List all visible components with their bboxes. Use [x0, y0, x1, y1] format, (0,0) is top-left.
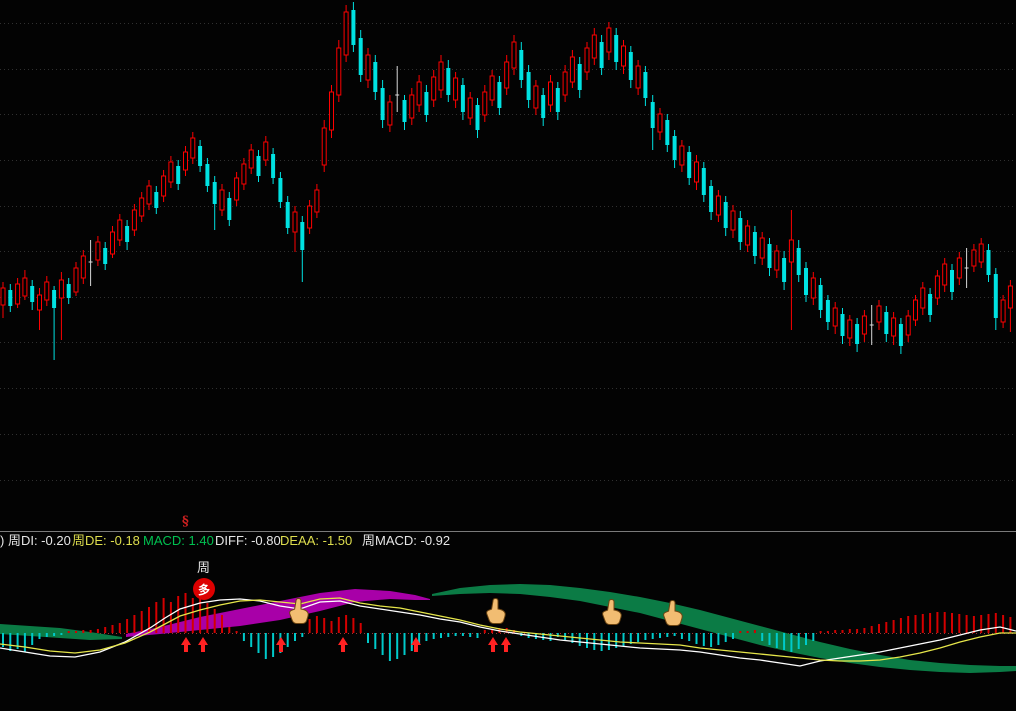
buy-arrow-icon: [276, 637, 286, 652]
buy-arrow-icon: [198, 637, 208, 652]
indicator-diff-value: DIFF: -0.80: [215, 533, 281, 549]
week-text-marker: 周: [197, 557, 210, 576]
indicator-deaa-value: DEAA: -1.50: [280, 533, 352, 549]
indicator-macd-value: MACD: 1.40: [143, 533, 214, 549]
indicator-weekdi-value: ) 周DI: -0.20: [0, 533, 71, 549]
indicator-weekde-value: 周DE: -0.18: [72, 533, 140, 549]
buy-arrow-icon: [338, 637, 348, 652]
hand-pointer-icon: [487, 599, 506, 624]
indicator-weekmacd-value: 周MACD: -0.92: [362, 533, 450, 549]
buy-arrow-icon: [181, 637, 191, 652]
chart-canvas[interactable]: [0, 0, 1016, 711]
trading-chart-window: ) 周DI: -0.20 周DE: -0.18 MACD: 1.40 DIFF:…: [0, 0, 1016, 711]
section-symbol-marker: §: [182, 514, 189, 529]
indicator-value-row: ) 周DI: -0.20 周DE: -0.18 MACD: 1.40 DIFF:…: [0, 533, 1016, 551]
long-signal-badge: 多: [193, 578, 215, 600]
long-badge-label: 多: [198, 581, 210, 598]
buy-arrow-icon: [501, 637, 511, 652]
buy-arrow-icon: [488, 637, 498, 652]
